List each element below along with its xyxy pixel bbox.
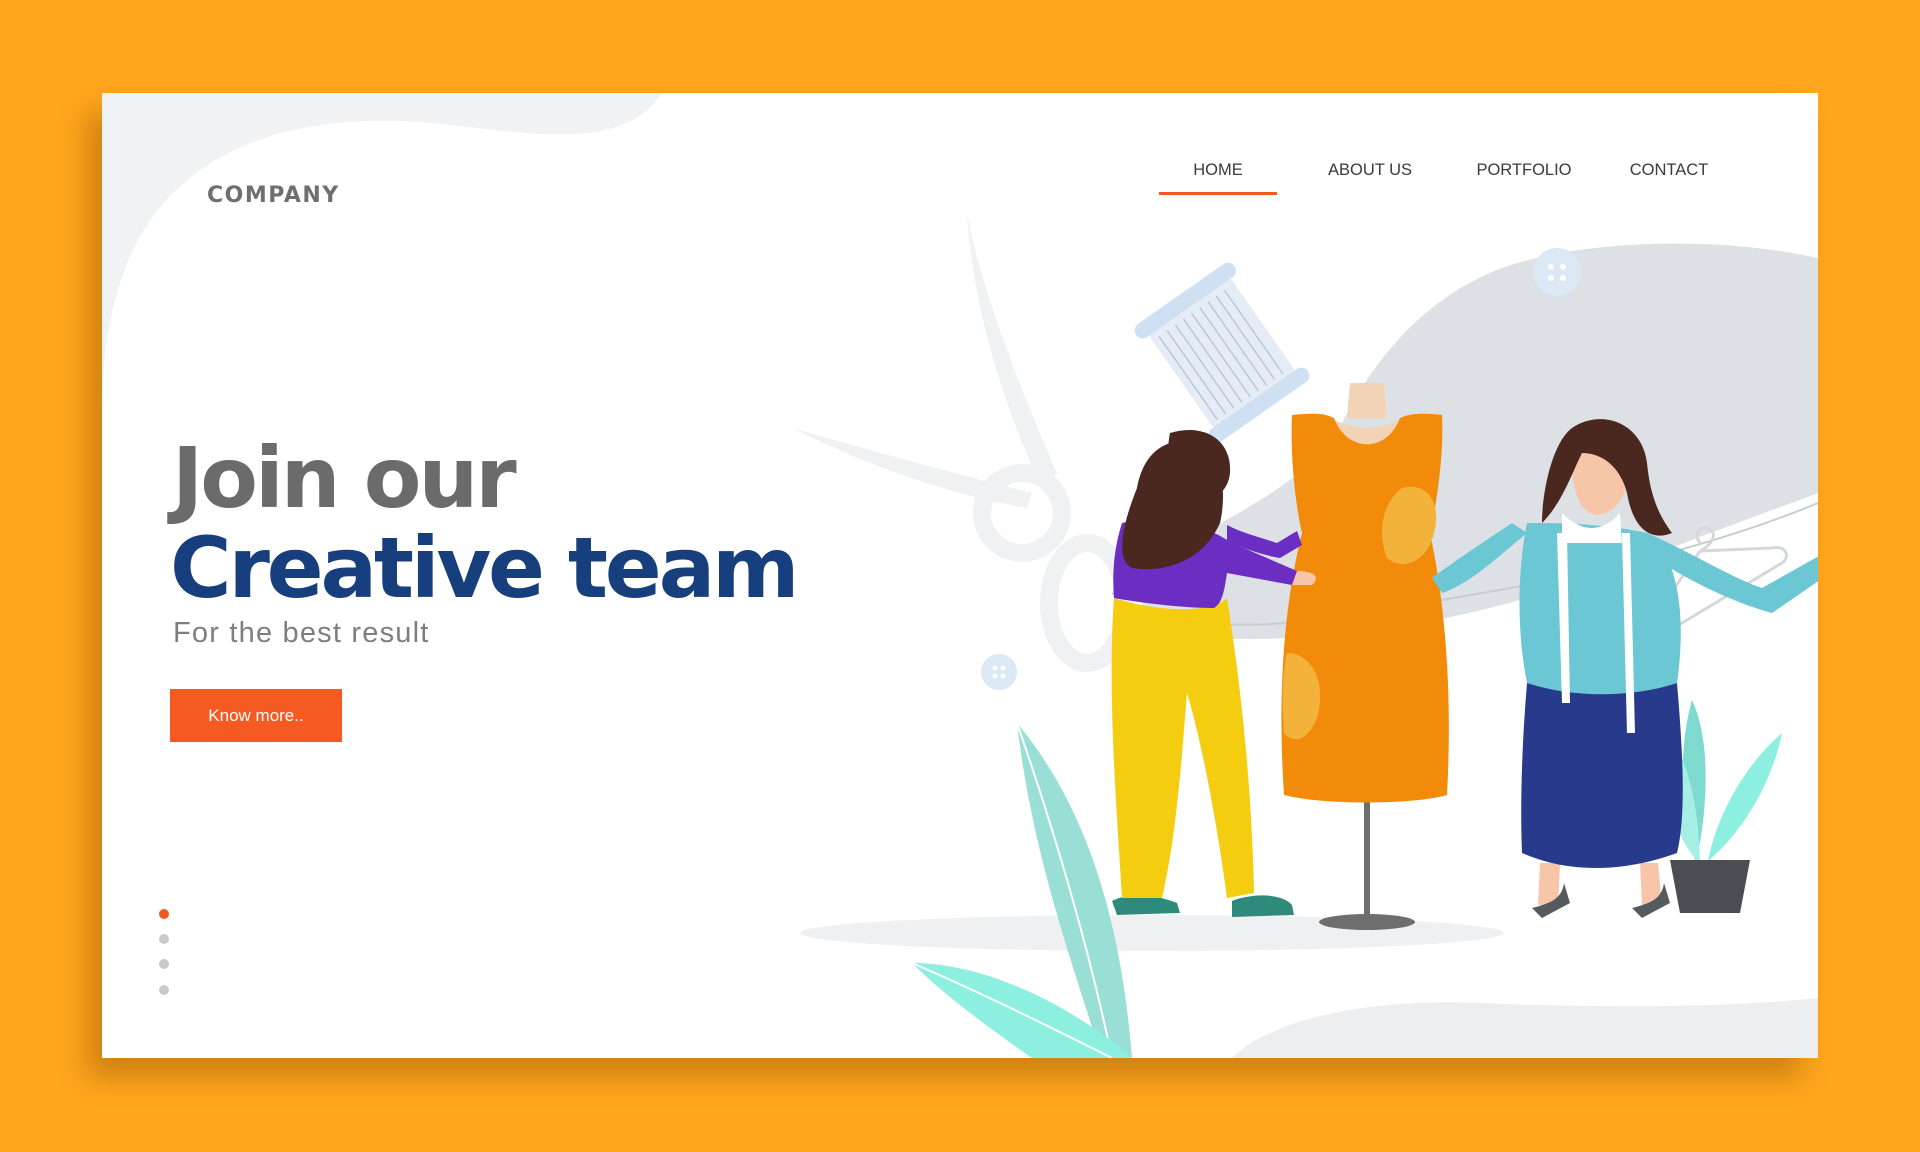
hero-heading-line1: Join our [172, 429, 517, 527]
button-icon [1533, 248, 1581, 296]
slider-dot-3[interactable] [159, 959, 169, 969]
slider-dot-4[interactable] [159, 985, 169, 995]
nav-home[interactable]: HOME [1159, 161, 1277, 195]
scissors-icon [792, 213, 1134, 672]
slider-dot-1[interactable] [159, 909, 169, 919]
slider-pagination [159, 909, 171, 999]
nav-about-us[interactable]: ABOUT US [1315, 161, 1425, 180]
slider-dot-2[interactable] [159, 934, 169, 944]
button-icon [981, 654, 1017, 690]
hero-heading-line2: Creative team [170, 519, 800, 617]
nav-contact[interactable]: CONTACT [1619, 161, 1719, 180]
know-more-button[interactable]: Know more.. [170, 689, 342, 742]
potted-plant-icon [1670, 700, 1782, 913]
thread-spool-icon [1134, 262, 1310, 444]
hero-subtitle: For the best result [173, 617, 430, 649]
nav-portfolio[interactable]: PORTFOLIO [1464, 161, 1584, 180]
main-nav: HOME ABOUT US PORTFOLIO CONTACT [102, 161, 1818, 201]
mannequin-with-dress [1281, 383, 1449, 930]
woman-right-figure [1432, 419, 1818, 918]
leaf-icon [911, 722, 1132, 1058]
landing-page-card: COMPANY HOME ABOUT US PORTFOLIO CONTACT … [102, 93, 1818, 1058]
